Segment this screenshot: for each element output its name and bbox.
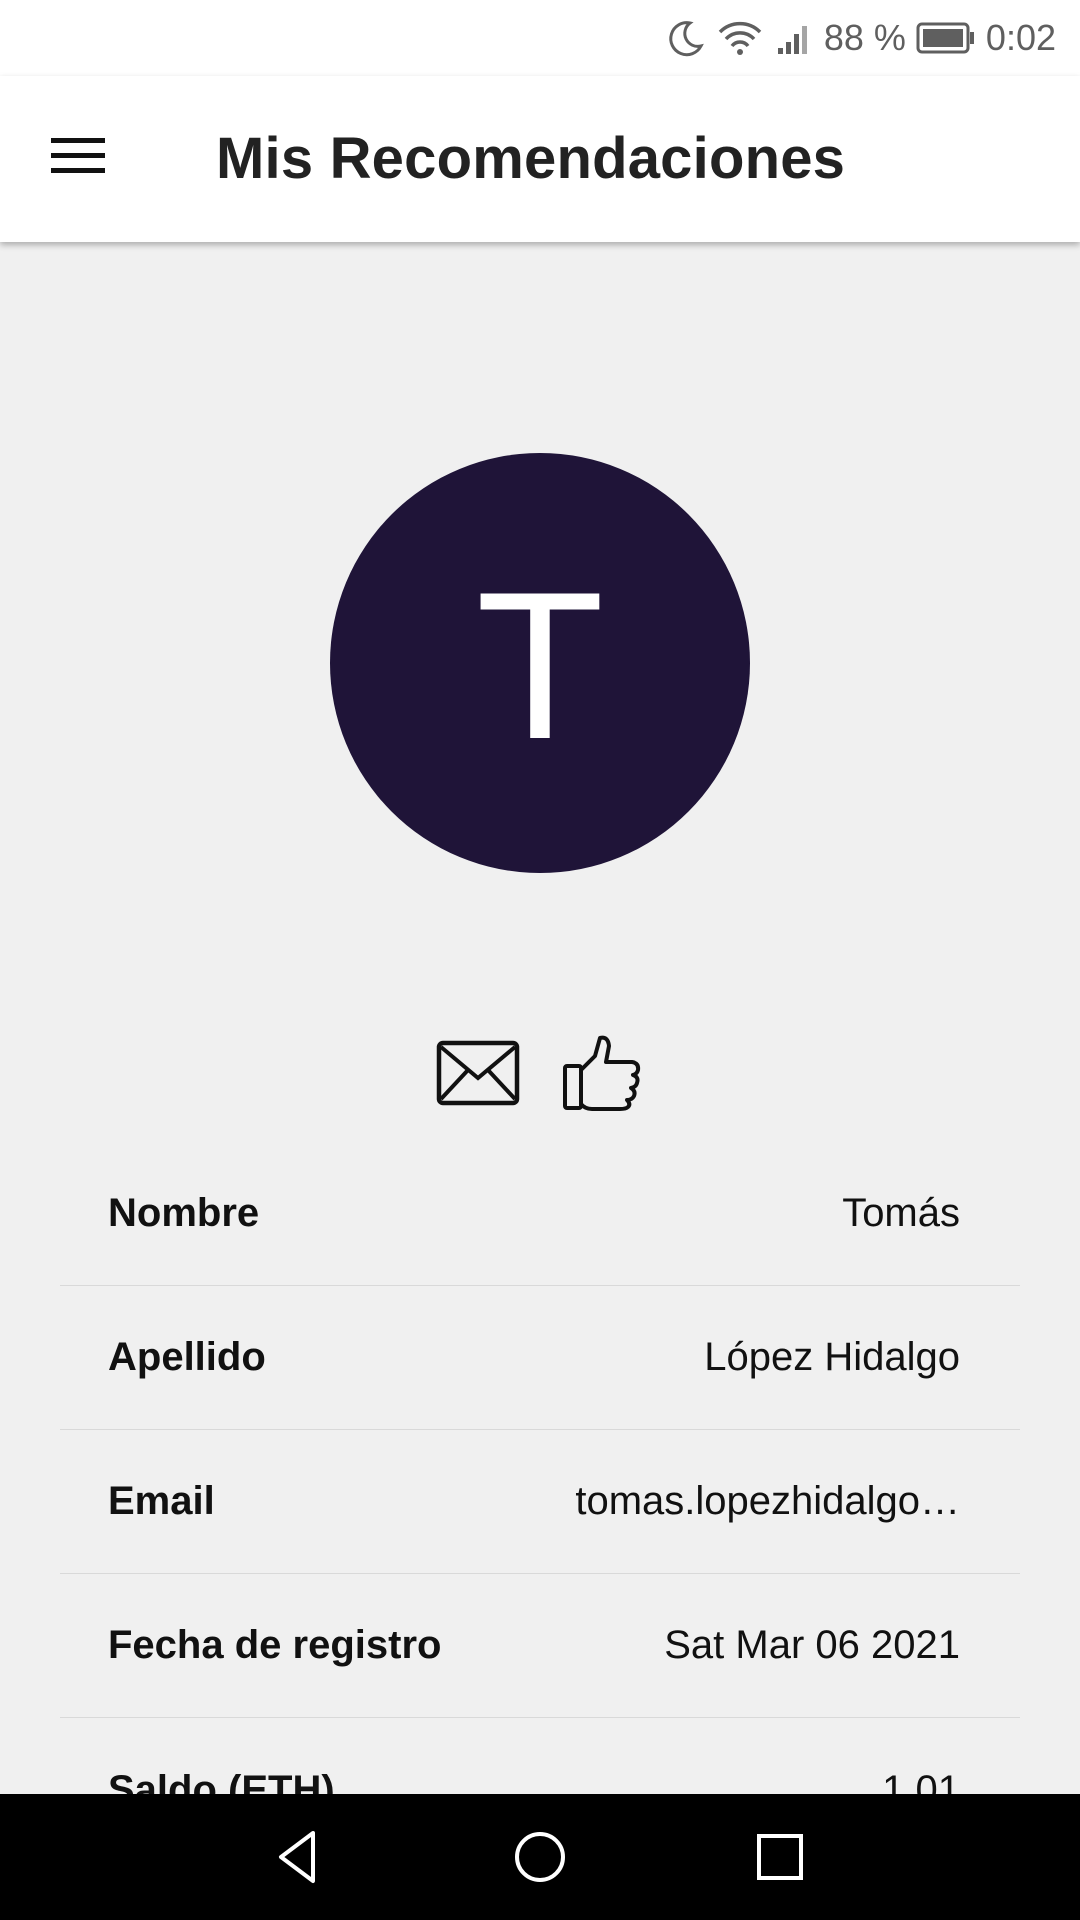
page-title: Mis Recomendaciones: [216, 126, 846, 191]
battery-percent: 88 %: [823, 17, 906, 58]
hamburger-menu-icon[interactable]: [28, 116, 128, 196]
avatar: T: [330, 453, 750, 873]
info-label: Email: [108, 1479, 215, 1523]
clock: 0:02: [985, 17, 1056, 58]
info-value: tomas.lopezhidalgo…: [575, 1479, 960, 1523]
system-nav-bar: [0, 1794, 1080, 1920]
home-icon[interactable]: [497, 1814, 583, 1900]
battery-icon: [916, 21, 976, 55]
mail-icon[interactable]: [433, 1028, 523, 1118]
wifi-icon: [716, 18, 764, 58]
info-value: Sat Mar 06 2021: [664, 1623, 960, 1667]
info-label: Saldo (ETH): [108, 1767, 335, 1795]
avatar-letter: T: [475, 548, 605, 783]
info-value: López Hidalgo: [704, 1335, 960, 1379]
info-value: 1.01: [882, 1767, 960, 1795]
profile-content: T Nombre Tomás Apellido López Hidalgo Em…: [0, 242, 1080, 1794]
status-bar: 88 % 0:02: [0, 0, 1080, 76]
info-row-nombre: Nombre Tomás: [60, 1142, 1020, 1286]
profile-info-list: Nombre Tomás Apellido López Hidalgo Emai…: [60, 1142, 1020, 1794]
app-bar: Mis Recomendaciones: [0, 76, 1080, 242]
info-value: Tomás: [842, 1191, 960, 1235]
info-label: Fecha de registro: [108, 1623, 442, 1667]
profile-actions: [0, 1028, 1080, 1118]
moon-icon: [666, 18, 706, 58]
recents-icon[interactable]: [737, 1814, 823, 1900]
info-row-email: Email tomas.lopezhidalgo…: [60, 1430, 1020, 1574]
back-icon[interactable]: [256, 1814, 342, 1900]
info-row-apellido: Apellido López Hidalgo: [60, 1286, 1020, 1430]
info-row-saldo: Saldo (ETH) 1.01: [60, 1718, 1020, 1795]
info-label: Apellido: [108, 1335, 266, 1379]
info-row-fecha-registro: Fecha de registro Sat Mar 06 2021: [60, 1574, 1020, 1718]
thumbs-up-icon[interactable]: [557, 1028, 647, 1118]
status-indicators: 88 % 0:02: [666, 0, 1056, 76]
cell-signal-icon: [774, 18, 814, 58]
info-label: Nombre: [108, 1191, 260, 1235]
